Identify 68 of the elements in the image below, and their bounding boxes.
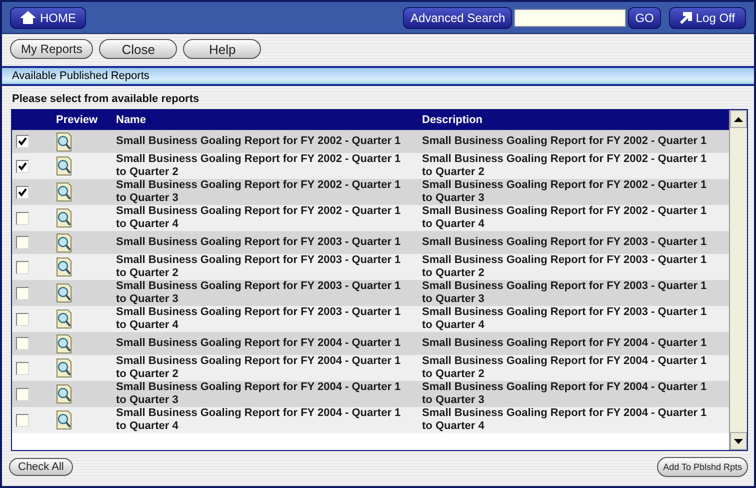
report-name: Small Business Goaling Report for FY 2003 - Quarter 1 to Quarter 2 bbox=[116, 254, 402, 280]
toolbar-button[interactable]: My Reports bbox=[10, 39, 94, 59]
report-name: Small Business Goaling Report for FY 2004 - Quarter 1 bbox=[116, 337, 402, 350]
checkbox[interactable] bbox=[16, 186, 29, 198]
arrow-icon bbox=[680, 12, 692, 24]
magnifier-icon[interactable] bbox=[56, 283, 74, 303]
report-description: Small Business Goaling Report for FY 2003 - Quarter 1 to Quarter 2 bbox=[422, 254, 708, 280]
toolbar-button[interactable]: Close bbox=[99, 39, 178, 59]
report-name: Small Business Goaling Report for FY 2004 - Quarter 1 to Quarter 4 bbox=[116, 407, 402, 433]
checkbox[interactable] bbox=[16, 260, 29, 274]
report-description: Small Business Goaling Report for FY 2002 - Quarter 1 to Quarter 4 bbox=[422, 205, 708, 231]
report-description: Small Business Goaling Report for FY 2003 - Quarter 1 bbox=[422, 236, 708, 249]
report-description: Small Business Goaling Report for FY 2004 - Quarter 1 bbox=[422, 337, 708, 350]
house-icon bbox=[20, 11, 36, 24]
magnifier-icon[interactable] bbox=[56, 384, 74, 404]
instruction-text: Please select from available reports bbox=[11, 92, 200, 107]
magnifier-icon[interactable] bbox=[56, 232, 74, 252]
checkbox[interactable] bbox=[16, 286, 29, 300]
magnifier-icon[interactable] bbox=[56, 257, 74, 277]
advanced-search-button[interactable]: Advanced Search bbox=[403, 6, 512, 28]
report-name: Small Business Goaling Report for FY 2003 - Quarter 1 to Quarter 4 bbox=[116, 306, 402, 332]
magnifier-icon[interactable] bbox=[56, 309, 74, 329]
report-name: Small Business Goaling Report for FY 2004 - Quarter 1 to Quarter 2 bbox=[116, 355, 402, 381]
checkbox[interactable] bbox=[16, 236, 29, 249]
magnifier-icon[interactable] bbox=[56, 358, 74, 378]
report-description: Small Business Goaling Report for FY 2002 - Quarter 1 bbox=[422, 135, 708, 148]
report-name: Small Business Goaling Report for FY 2004 - Quarter 1 to Quarter 3 bbox=[116, 381, 402, 407]
report-name: Small Business Goaling Report for FY 2002 - Quarter 1 to Quarter 4 bbox=[116, 205, 402, 231]
magnifier-icon[interactable] bbox=[56, 334, 74, 354]
report-description: Small Business Goaling Report for FY 2002 - Quarter 1 to Quarter 2 bbox=[422, 153, 708, 179]
report-description: Small Business Goaling Report for FY 2004 - Quarter 1 to Quarter 3 bbox=[422, 381, 708, 407]
report-description: Small Business Goaling Report for FY 2003 - Quarter 1 to Quarter 4 bbox=[422, 306, 708, 332]
checkbox[interactable] bbox=[16, 312, 29, 326]
report-description: Small Business Goaling Report for FY 2003 - Quarter 1 to Quarter 3 bbox=[422, 280, 708, 306]
search-field[interactable] bbox=[514, 8, 626, 26]
log-off-button[interactable]: Log Off bbox=[668, 6, 746, 28]
scroll-up-icon[interactable] bbox=[730, 110, 747, 128]
go-button[interactable]: GO bbox=[628, 6, 661, 28]
magnifier-icon[interactable] bbox=[56, 410, 74, 430]
checkbox[interactable] bbox=[16, 212, 29, 224]
magnifier-icon[interactable] bbox=[56, 182, 74, 202]
checkbox[interactable] bbox=[16, 160, 29, 172]
scroll-down-icon[interactable] bbox=[730, 432, 747, 450]
checkbox[interactable] bbox=[16, 362, 29, 374]
report-name: Small Business Goaling Report for FY 2002 - Quarter 1 to Quarter 2 bbox=[116, 153, 402, 179]
toolbar-button[interactable]: Help bbox=[183, 39, 262, 59]
check-all-button[interactable]: Check All bbox=[9, 458, 73, 476]
column-header: Preview bbox=[55, 114, 99, 126]
magnifier-icon[interactable] bbox=[56, 156, 74, 176]
report-description: Small Business Goaling Report for FY 2004 - Quarter 1 to Quarter 4 bbox=[422, 407, 708, 433]
magnifier-icon[interactable] bbox=[56, 208, 74, 228]
checkbox[interactable] bbox=[16, 414, 29, 426]
column-header: Description bbox=[422, 114, 484, 126]
report-name: Small Business Goaling Report for FY 2003 - Quarter 1 bbox=[116, 236, 402, 249]
checkbox[interactable] bbox=[16, 388, 29, 400]
report-description: Small Business Goaling Report for FY 2004 - Quarter 1 to Quarter 2 bbox=[422, 355, 708, 381]
report-description: Small Business Goaling Report for FY 2002 - Quarter 1 to Quarter 3 bbox=[422, 179, 708, 205]
column-header: Name bbox=[116, 114, 147, 126]
report-name: Small Business Goaling Report for FY 2002 - Quarter 1 bbox=[116, 135, 402, 148]
report-name: Small Business Goaling Report for FY 2002 - Quarter 1 to Quarter 3 bbox=[116, 179, 402, 205]
checkbox[interactable] bbox=[16, 337, 29, 350]
home-button[interactable]: HOME bbox=[10, 6, 86, 28]
scrollbar[interactable] bbox=[729, 110, 747, 450]
checkbox[interactable] bbox=[16, 135, 29, 148]
section-title: Available Published Reports bbox=[12, 70, 150, 82]
magnifier-icon[interactable] bbox=[56, 132, 74, 152]
add-button[interactable]: Add To Pblshd Rpts bbox=[657, 457, 748, 477]
report-name: Small Business Goaling Report for FY 2003 - Quarter 1 to Quarter 3 bbox=[116, 280, 402, 306]
